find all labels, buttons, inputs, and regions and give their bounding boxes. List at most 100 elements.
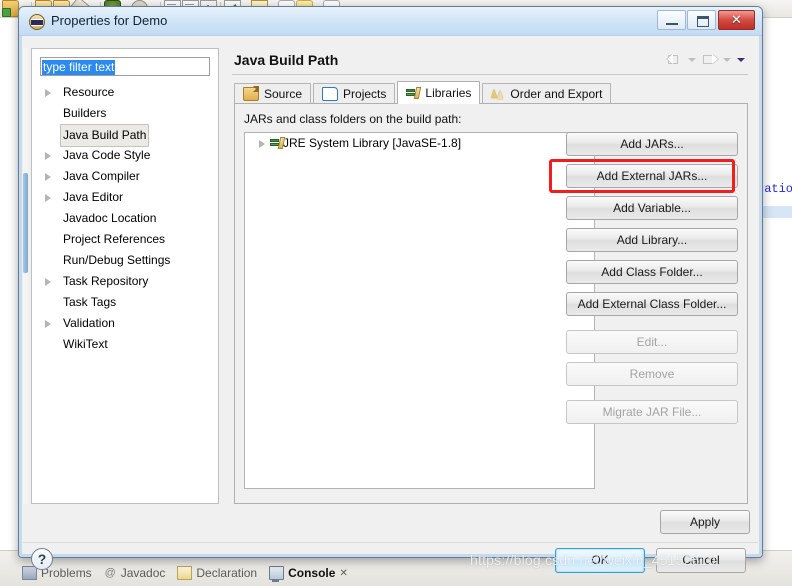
migrate-jar-file-button: Migrate JAR File...	[566, 400, 738, 424]
chevron-right-icon	[45, 299, 51, 307]
add-external-jars-button[interactable]: Add External JARs...	[566, 164, 738, 188]
list-item-label: JRE System Library [JavaSE-1.8]	[283, 136, 462, 150]
dialog-body: type filter text Resource Builders Java …	[23, 36, 758, 573]
sidebar-item-label: WikiText	[63, 337, 108, 351]
sidebar-item-java-compiler[interactable]: Java Compiler	[32, 166, 218, 187]
library-books-icon	[270, 137, 286, 149]
sidebar-item-java-code-style[interactable]: Java Code Style	[32, 145, 218, 166]
remove-button: Remove	[566, 362, 738, 386]
minimize-button[interactable]	[657, 10, 686, 30]
sidebar-item-run-debug-settings[interactable]: Run/Debug Settings	[32, 250, 218, 271]
sidebar-item-resource[interactable]: Resource	[32, 82, 218, 103]
panel-label: JARs and class folders on the build path…	[244, 112, 462, 126]
maximize-button[interactable]	[687, 10, 716, 30]
chevron-right-icon	[45, 110, 51, 118]
dialog-scrollbar[interactable]	[23, 48, 28, 504]
dialog-scrollbar-thumb[interactable]	[23, 173, 28, 273]
view-tab-label: Console	[288, 566, 336, 580]
sidebar-item-task-tags[interactable]: Task Tags	[32, 292, 218, 313]
new-wizard-icon[interactable]	[2, 0, 19, 17]
dialog-title: Properties for Demo	[51, 13, 168, 28]
list-item[interactable]: JRE System Library [JavaSE-1.8]	[245, 133, 594, 154]
add-jars-button[interactable]: Add JARs...	[566, 132, 738, 156]
console-icon	[269, 566, 285, 582]
tab-source[interactable]: Source	[234, 83, 312, 104]
tab-label: Projects	[343, 87, 387, 101]
sidebar-item-label: Project References	[63, 232, 166, 246]
view-tab-label: Problems	[41, 566, 92, 580]
source-folder-icon	[243, 87, 259, 101]
build-path-entries-list[interactable]: JRE System Library [JavaSE-1.8]	[244, 132, 595, 489]
page-title: Java Build Path	[234, 52, 339, 68]
edit-button: Edit...	[566, 330, 738, 354]
filter-input[interactable]: type filter text	[40, 57, 210, 76]
chevron-right-icon[interactable]	[259, 140, 265, 148]
add-library-button[interactable]: Add Library...	[566, 228, 738, 252]
sidebar-item-label: Java Editor	[63, 190, 124, 204]
dialog-titlebar[interactable]: Properties for Demo ✕	[19, 7, 762, 36]
settings-page: Java Build Path Source Projects Librarie…	[228, 48, 750, 504]
add-class-folder-button[interactable]: Add Class Folder...	[566, 260, 738, 284]
footer-divider	[23, 542, 758, 543]
sidebar-item-builders[interactable]: Builders	[32, 103, 218, 124]
view-tab-problems[interactable]: Problems	[22, 566, 92, 580]
forward-history-chevron-down-icon[interactable]	[723, 53, 732, 67]
chevron-right-icon[interactable]	[45, 194, 51, 202]
libraries-button-column: Add JARs... Add External JARs... Add Var…	[549, 132, 738, 432]
page-navigation	[667, 53, 746, 67]
view-tab-label: Javadoc	[120, 566, 166, 580]
add-external-jars-wrapper: Add External JARs...	[549, 159, 738, 193]
sidebar-item-wikitext[interactable]: WikiText	[32, 334, 218, 355]
view-tab-javadoc[interactable]: @ Javadoc	[104, 566, 166, 580]
tab-label: Libraries	[425, 86, 472, 100]
chevron-right-icon	[45, 131, 51, 139]
open-folder-icon	[322, 87, 339, 101]
problems-icon	[22, 566, 37, 580]
chevron-right-icon[interactable]	[45, 320, 51, 328]
tab-label: Source	[264, 87, 303, 101]
view-tab-declaration[interactable]: Declaration	[177, 566, 257, 580]
sidebar-item-java-editor[interactable]: Java Editor	[32, 187, 218, 208]
view-tab-strip: Problems @ Javadoc Declaration Console ✕	[22, 566, 348, 582]
page-menu-chevron-down-icon[interactable]	[737, 53, 746, 67]
add-variable-button[interactable]: Add Variable...	[566, 196, 738, 220]
maximize-icon	[697, 16, 709, 27]
library-books-icon	[406, 87, 422, 99]
back-history-chevron-down-icon[interactable]	[688, 53, 697, 67]
sidebar-item-label: Java Compiler	[63, 169, 140, 183]
tab-strip: Source Projects Libraries Order and Expo…	[234, 81, 613, 104]
chevron-right-icon[interactable]	[45, 173, 51, 181]
close-icon[interactable]: ✕	[339, 568, 347, 579]
order-arrows-icon	[491, 88, 505, 100]
page-header-divider	[232, 74, 748, 75]
view-tab-console[interactable]: Console ✕	[269, 566, 348, 582]
forward-arrow-icon[interactable]	[702, 53, 718, 67]
close-icon: ✕	[731, 12, 742, 27]
javadoc-at-icon: @	[104, 567, 116, 579]
chevron-right-icon	[45, 215, 51, 223]
watermark-text: https://blog.csdn.net/weixin_45152610	[470, 552, 716, 568]
minimize-icon	[666, 23, 678, 25]
sidebar-item-label: Javadoc Location	[63, 211, 157, 225]
tab-projects[interactable]: Projects	[313, 83, 396, 104]
chevron-right-icon[interactable]	[45, 278, 51, 286]
tab-order-and-export[interactable]: Order and Export	[482, 83, 612, 104]
close-button[interactable]: ✕	[718, 10, 755, 30]
apply-button[interactable]: Apply	[660, 510, 750, 534]
tab-libraries[interactable]: Libraries	[397, 81, 481, 104]
chevron-right-icon[interactable]	[45, 152, 51, 160]
sidebar-item-javadoc-location[interactable]: Javadoc Location	[32, 208, 218, 229]
help-button[interactable]: ?	[31, 548, 53, 570]
add-external-class-folder-button[interactable]: Add External Class Folder...	[566, 292, 738, 316]
properties-dialog: Properties for Demo ✕ type filter text R…	[18, 6, 763, 573]
sidebar-item-label: Task Tags	[63, 295, 117, 309]
back-arrow-icon[interactable]	[667, 53, 683, 67]
sidebar-item-project-references[interactable]: Project References	[32, 229, 218, 250]
sidebar-item-java-build-path[interactable]: Java Build Path	[32, 124, 218, 147]
chevron-right-icon	[45, 236, 51, 244]
chevron-right-icon	[45, 257, 51, 265]
sidebar-item-task-repository[interactable]: Task Repository	[32, 271, 218, 292]
chevron-right-icon[interactable]	[45, 89, 51, 97]
sidebar-item-validation[interactable]: Validation	[32, 313, 218, 334]
sidebar-item-label: Validation	[63, 316, 115, 330]
